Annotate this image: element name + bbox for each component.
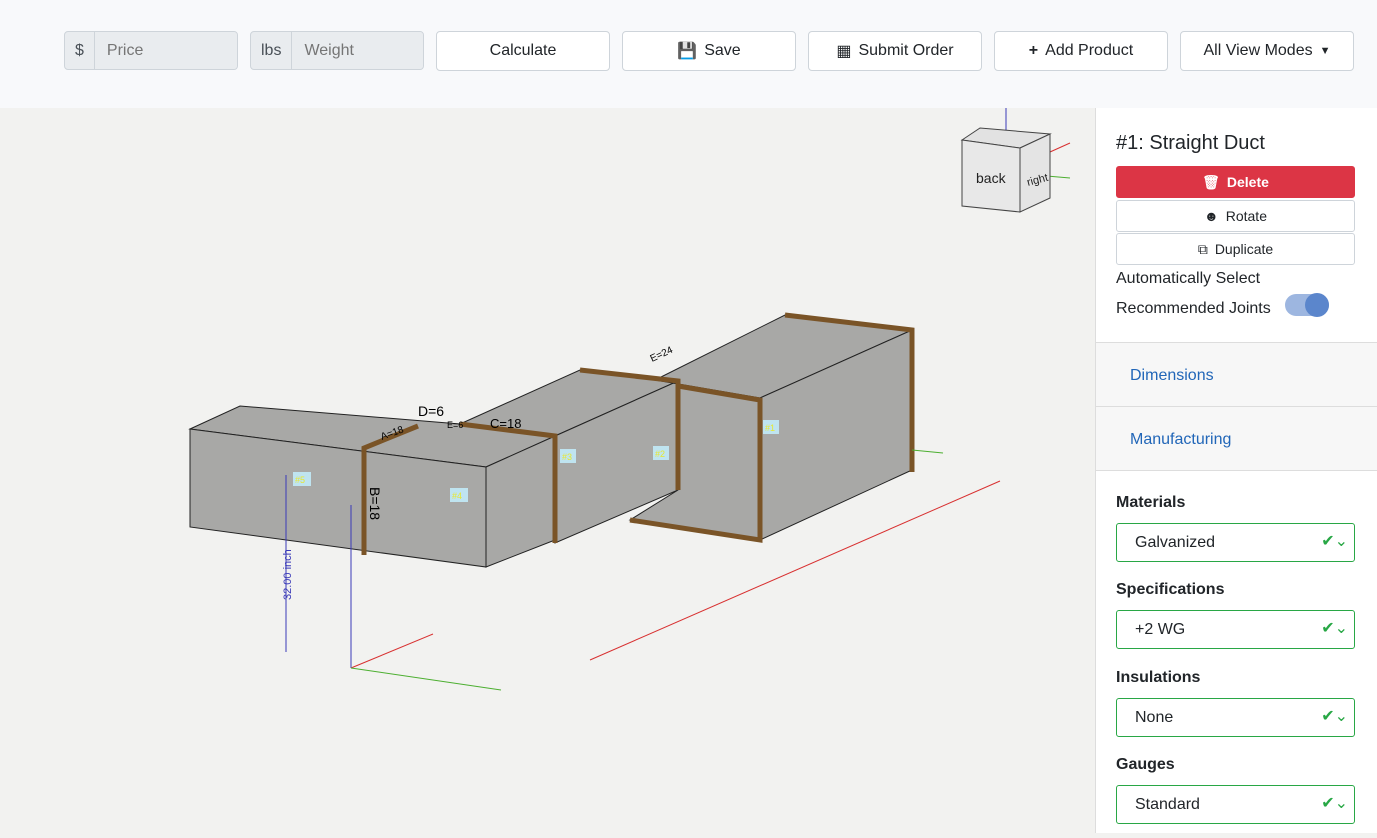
rotate-button[interactable]: ☻ Rotate: [1116, 200, 1355, 232]
specifications-value: +2 WG: [1135, 621, 1186, 638]
submit-label: Submit Order: [858, 42, 954, 59]
weight-input[interactable]: [292, 32, 423, 69]
insulations-select[interactable]: None ✔⌄: [1116, 698, 1355, 737]
3d-viewport[interactable]: 32.00 inch D=6 E=6 C=18 A=18 B=18 E=24 #…: [0, 108, 1095, 833]
duplicate-button[interactable]: ⧉ Duplicate: [1116, 233, 1355, 265]
dim-b: B=18: [367, 487, 383, 520]
auto-select-label: Automatically Select: [1116, 270, 1261, 287]
view-modes-label: All View Modes: [1203, 42, 1313, 59]
view-modes-dropdown[interactable]: All View Modes ▼: [1180, 31, 1354, 71]
height-dimension: 32.00 inch: [282, 549, 294, 600]
navigation-cube: back right: [960, 127, 1052, 213]
section-label: #5: [295, 475, 305, 485]
insulations-label: Insulations: [1116, 669, 1201, 686]
duct-scene[interactable]: 32.00 inch D=6 E=6 C=18 A=18 B=18 E=24 #…: [0, 108, 1095, 833]
specifications-label: Specifications: [1116, 581, 1225, 598]
properties-panel: #1: Straight Duct 🗑 Delete ☻ Rotate ⧉ Dupli…: [1095, 108, 1377, 833]
insulations-value: None: [1135, 709, 1174, 726]
toolbar: $ lbs Calculate 💾 Save ▦ Submit Order + Add…: [0, 0, 1377, 108]
valid-check-icon: ✔⌄: [1321, 708, 1348, 725]
calculate-label: Calculate: [489, 42, 557, 59]
price-input-group: $: [64, 31, 238, 70]
dim-d: D=6: [418, 403, 444, 419]
section-label: #2: [655, 449, 665, 459]
trash-icon: 🗑: [1202, 173, 1220, 190]
weight-input-group: lbs: [250, 31, 424, 70]
materials-label: Materials: [1116, 494, 1186, 511]
add-product-button[interactable]: + Add Product: [994, 31, 1168, 71]
section-label: #4: [452, 491, 462, 501]
rotate-label: Rotate: [1225, 208, 1267, 224]
delete-label: Delete: [1226, 174, 1269, 190]
gauges-label: Gauges: [1116, 756, 1175, 773]
delete-button[interactable]: 🗑 Delete: [1116, 166, 1355, 198]
save-label: Save: [704, 42, 741, 59]
section-label: #1: [765, 423, 775, 433]
materials-value: Galvanized: [1135, 534, 1216, 551]
specifications-select[interactable]: +2 WG ✔⌄: [1116, 610, 1355, 649]
gauges-select[interactable]: Standard ✔⌄: [1116, 785, 1355, 824]
copy-icon: ⧉: [1197, 240, 1208, 257]
calculate-button[interactable]: Calculate: [436, 31, 610, 71]
save-icon: 💾: [677, 43, 698, 60]
save-button[interactable]: 💾 Save: [622, 31, 796, 71]
dim-e24: E=24: [649, 345, 675, 365]
dollar-prefix: $: [65, 32, 95, 69]
valid-check-icon: ✔⌄: [1321, 533, 1348, 550]
duplicate-label: Duplicate: [1214, 241, 1274, 257]
add-label: Add Product: [1045, 42, 1134, 59]
caret-down-icon: ▼: [1319, 45, 1331, 57]
gauges-value: Standard: [1135, 796, 1200, 813]
dimensions-accordion[interactable]: Dimensions: [1096, 342, 1377, 407]
auto-joints-toggle[interactable]: [1285, 293, 1329, 317]
rotate-icon: ☻: [1204, 208, 1219, 224]
recommended-joints-label: Recommended Joints: [1116, 300, 1271, 317]
materials-select[interactable]: Galvanized ✔⌄: [1116, 523, 1355, 562]
price-input[interactable]: [94, 32, 237, 69]
manufacturing-accordion[interactable]: Manufacturing: [1096, 406, 1377, 471]
submit-order-button[interactable]: ▦ Submit Order: [808, 31, 982, 71]
dim-c: C=18: [490, 416, 521, 431]
section-label: #3: [562, 452, 572, 462]
plus-icon: +: [1028, 42, 1039, 59]
lbs-prefix: lbs: [251, 32, 293, 69]
dim-e: E=6: [447, 420, 463, 430]
valid-check-icon: ✔⌄: [1321, 620, 1348, 637]
toggle-knob: [1305, 293, 1329, 317]
table-icon: ▦: [836, 43, 852, 60]
valid-check-icon: ✔⌄: [1321, 795, 1348, 812]
cube-back-face[interactable]: back: [976, 170, 1007, 186]
product-title: #1: Straight Duct: [1116, 132, 1265, 154]
